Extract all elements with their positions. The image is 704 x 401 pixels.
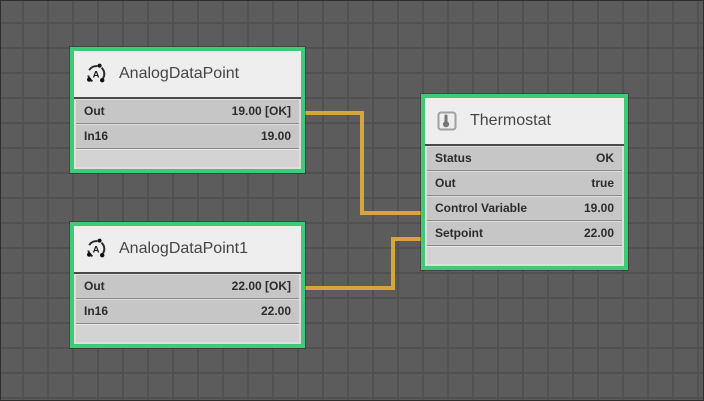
node-thermostat[interactable]: Thermostat Status OK Out true Control Va… <box>421 94 628 270</box>
node-analogdatapoint1[interactable]: A AnalogDataPoint1 Out 22.00 [OK] In16 2… <box>70 222 305 348</box>
property-label: Control Variable <box>435 201 527 215</box>
property-row-in16[interactable]: In16 19.00 <box>76 124 299 149</box>
property-row-in16[interactable]: In16 22.00 <box>76 299 299 324</box>
property-value: 22.00 [OK] <box>232 279 291 293</box>
node-footer <box>427 246 622 264</box>
property-label: In16 <box>84 129 108 143</box>
property-value: OK <box>596 151 614 165</box>
property-value: 19.00 <box>584 201 614 215</box>
node-analogdatapoint[interactable]: A AnalogDataPoint Out 19.00 [OK] In16 19… <box>70 47 305 173</box>
node-header[interactable]: A AnalogDataPoint <box>74 51 301 99</box>
property-row-status[interactable]: Status OK <box>427 146 622 171</box>
property-row-setpoint[interactable]: Setpoint 22.00 <box>427 221 622 246</box>
property-label: Out <box>435 176 456 190</box>
node-footer <box>76 149 299 167</box>
node-header[interactable]: A AnalogDataPoint1 <box>74 226 301 274</box>
node-footer <box>76 324 299 342</box>
node-header[interactable]: Thermostat <box>425 98 624 146</box>
property-row-out[interactable]: Out true <box>427 171 622 196</box>
node-title: Thermostat <box>470 112 551 130</box>
node-title: AnalogDataPoint1 <box>119 240 248 258</box>
property-value: 22.00 <box>261 304 291 318</box>
wiresheet-canvas[interactable]: A AnalogDataPoint Out 19.00 [OK] In16 19… <box>0 0 704 401</box>
property-row-out[interactable]: Out 22.00 [OK] <box>76 274 299 299</box>
property-value: 22.00 <box>584 226 614 240</box>
property-row-out[interactable]: Out 19.00 [OK] <box>76 99 299 124</box>
svg-text:A: A <box>93 69 100 80</box>
wire-out-to-setpoint[interactable] <box>305 239 421 288</box>
property-value: 19.00 [OK] <box>232 104 291 118</box>
property-value: true <box>591 176 614 190</box>
thermostat-icon <box>435 109 459 133</box>
node-title: AnalogDataPoint <box>119 65 239 83</box>
property-label: In16 <box>84 304 108 318</box>
wire-out-to-control-variable[interactable] <box>305 113 421 213</box>
analog-point-icon: A <box>84 237 108 261</box>
property-label: Status <box>435 151 472 165</box>
property-label: Out <box>84 279 105 293</box>
property-value: 19.00 <box>261 129 291 143</box>
svg-text:A: A <box>93 244 100 255</box>
property-label: Out <box>84 104 105 118</box>
property-label: Setpoint <box>435 226 483 240</box>
property-row-control-variable[interactable]: Control Variable 19.00 <box>427 196 622 221</box>
analog-point-icon: A <box>84 62 108 86</box>
